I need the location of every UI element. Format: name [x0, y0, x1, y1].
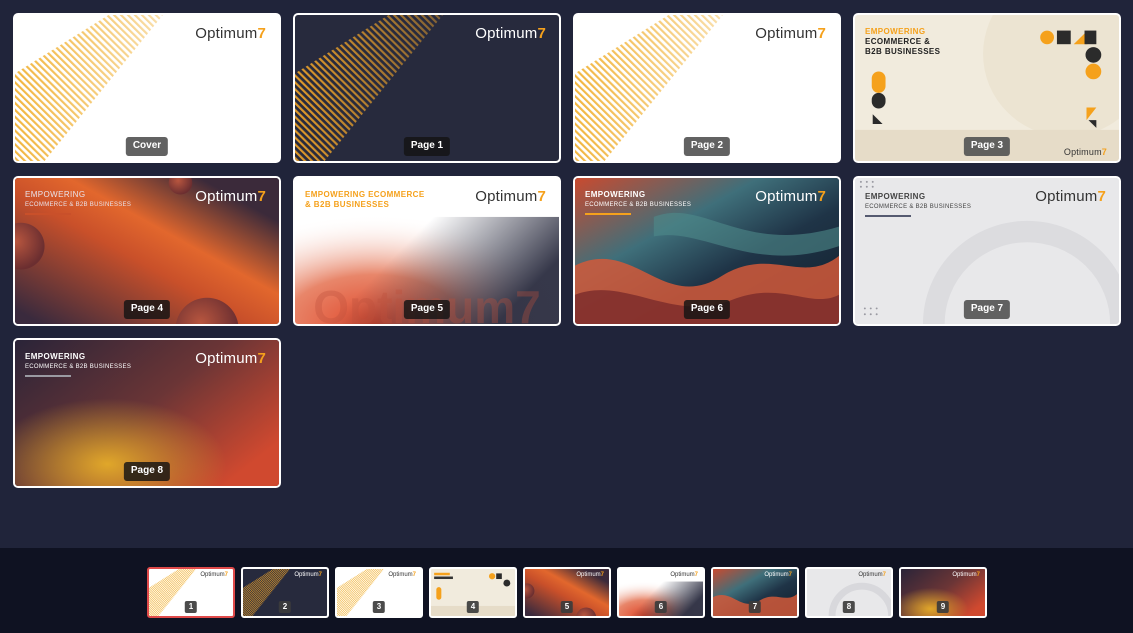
page-label: Page 1	[403, 137, 451, 156]
page-card-2[interactable]: Optimum7 Page 2	[573, 13, 841, 163]
thumbnail-1[interactable]: Optimum7 1	[147, 567, 235, 618]
brand-logo: Optimum7	[195, 25, 266, 42]
page-headline: EMPOWERING ECOMMERCE & B2B BUSINESSES	[585, 190, 691, 215]
page-label: Page 3	[963, 137, 1011, 156]
page-headline: EMPOWERING ECOMMERCE & B2B BUSINESSES	[305, 190, 425, 209]
brand-logo: Optimum7	[294, 572, 322, 578]
page-label: Page 2	[683, 137, 731, 156]
brand-logo: Optimum7	[755, 25, 826, 42]
page-card-cover[interactable]: Optimum7 Cover	[13, 13, 281, 163]
thumbnail-number: 2	[278, 601, 292, 613]
thumbnail-number: 6	[654, 601, 668, 613]
thumbnail-8[interactable]: Optimum7 8	[805, 567, 893, 618]
page-headline: EMPOWERING ECOMMERCE & B2B BUSINESSES	[865, 192, 971, 217]
page-label: Page 5	[403, 300, 451, 319]
brand-logo: Optimum7	[1063, 147, 1107, 157]
thumbnail-4[interactable]: 4	[429, 567, 517, 618]
brand-logo: Optimum7	[475, 25, 546, 42]
thumbnail-number: 4	[466, 601, 480, 613]
page-headline: EMPOWERING ECOMMERCE & B2B BUSINESSES	[25, 190, 131, 215]
thumbnail-6[interactable]: Optimum7 6	[617, 567, 705, 618]
page-label: Page 7	[963, 300, 1011, 319]
thumbnail-number: 5	[560, 601, 574, 613]
thumbnail-number: 9	[936, 601, 950, 613]
page-label: Page 6	[683, 300, 731, 319]
page-label: Page 8	[123, 462, 171, 481]
page-card-8[interactable]: EMPOWERING ECOMMERCE & B2B BUSINESSES Op…	[13, 338, 281, 488]
brand-logo: Optimum7	[764, 572, 792, 578]
page-card-6[interactable]: EMPOWERING ECOMMERCE & B2B BUSINESSES Op…	[573, 176, 841, 326]
thumbnail-strip: Optimum7 1 Optimum7 2 Optimum7 3 4 Optim…	[0, 548, 1133, 633]
brand-logo: Optimum7	[858, 572, 886, 578]
thumbnail-2[interactable]: Optimum7 2	[241, 567, 329, 618]
page-card-3[interactable]: EMPOWERING ECOMMERCE & B2B BUSINESSES Op…	[853, 13, 1121, 163]
thumbnail-7[interactable]: Optimum7 7	[711, 567, 799, 618]
thumbnail-number: 1	[184, 601, 198, 613]
page-label: Page 4	[123, 300, 171, 319]
brand-logo: Optimum7	[195, 350, 266, 367]
page-card-7[interactable]: EMPOWERING ECOMMERCE & B2B BUSINESSES Op…	[853, 176, 1121, 326]
thumbnail-number: 3	[372, 601, 386, 613]
thumbnail-number: 8	[842, 601, 856, 613]
thumbnail-5[interactable]: Optimum7 5	[523, 567, 611, 618]
brand-logo: Optimum7	[388, 572, 416, 578]
page-headline: EMPOWERING ECOMMERCE & B2B BUSINESSES	[25, 352, 131, 377]
brand-logo: Optimum7	[952, 572, 980, 578]
thumbnail-9[interactable]: Optimum7 9	[899, 567, 987, 618]
brand-logo: Optimum7	[755, 188, 826, 205]
page-card-5[interactable]: EMPOWERING ECOMMERCE & B2B BUSINESSES Op…	[293, 176, 561, 326]
thumbnail-number: 7	[748, 601, 762, 613]
brand-logo: Optimum7	[576, 572, 604, 578]
page-card-4[interactable]: EMPOWERING ECOMMERCE & B2B BUSINESSES Op…	[13, 176, 281, 326]
page-label: Cover	[125, 137, 169, 156]
brand-logo: Optimum7	[1035, 188, 1106, 205]
thumbnail-3[interactable]: Optimum7 3	[335, 567, 423, 618]
page-headline: EMPOWERING ECOMMERCE & B2B BUSINESSES	[865, 27, 941, 56]
page-card-1[interactable]: Optimum7 Page 1	[293, 13, 561, 163]
brand-logo: Optimum7	[195, 188, 266, 205]
brand-logo: Optimum7	[475, 188, 546, 205]
brand-logo: Optimum7	[670, 572, 698, 578]
page-grid: Optimum7 Cover Optimum7 Page 1 Optimum7 …	[0, 0, 1133, 548]
brand-logo: Optimum7	[200, 572, 228, 578]
